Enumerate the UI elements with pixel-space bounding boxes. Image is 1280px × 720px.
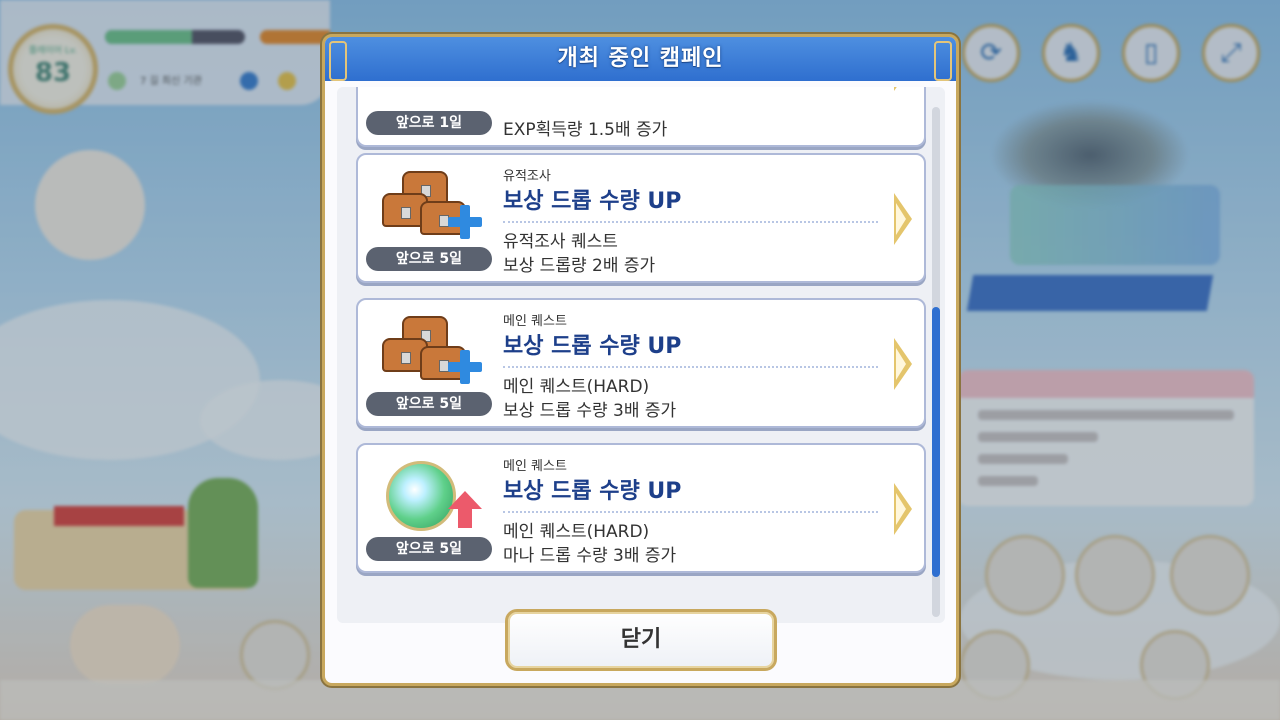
corner-ornament-right: [934, 41, 952, 81]
treasure-chest-icon: [376, 312, 482, 392]
close-button[interactable]: 닫기: [505, 609, 777, 671]
campaign-card[interactable]: 앞으로 5일 메인 퀘스트 보상 드롭 수량 UP 메인 퀘스트(HARD) 보…: [356, 298, 926, 428]
dialog-header: 개최 중인 캠페인: [325, 37, 956, 81]
remaining-days: 앞으로 5일: [366, 537, 492, 561]
campaign-card[interactable]: 앞으로 5일 유적조사 보상 드롭 수량 UP 유적조사 퀘스트 보상 드롭량 …: [356, 153, 926, 283]
up-arrow-icon: [448, 491, 482, 531]
corner-ornament-left: [329, 41, 347, 81]
campaign-category: 유적조사: [503, 169, 551, 184]
campaign-effect: 마나 드롭 수량 3배 증가: [503, 546, 677, 566]
scrollbar-thumb[interactable]: [932, 307, 940, 577]
plus-icon: [448, 350, 482, 384]
campaign-target: 유적조사 퀘스트: [503, 232, 618, 252]
campaign-target: 메인 퀘스트(HARD): [503, 377, 650, 397]
campaign-headline: 보상 드롭 수량 UP: [503, 479, 682, 504]
dialog-title: 개최 중인 캠페인: [557, 46, 724, 71]
campaign-detail: EXP획득량 1.5배 증가: [503, 120, 668, 140]
plus-icon: [448, 205, 482, 239]
treasure-chest-icon: [376, 167, 482, 247]
campaign-dialog: 개최 중인 캠페인 앞으로 1일 EXP획득량 1.5배 증가 앞으로 5일 유…: [322, 34, 959, 686]
remaining-days: 앞으로 5일: [366, 247, 492, 271]
divider: [503, 511, 878, 513]
campaign-category: 메인 퀘스트: [503, 459, 567, 474]
list-scrollbar[interactable]: [932, 107, 940, 617]
divider: [503, 366, 878, 368]
campaign-target: 메인 퀘스트(HARD): [503, 522, 650, 542]
mana-orb-icon: [376, 457, 482, 537]
campaign-effect: 보상 드롭 수량 3배 증가: [503, 401, 677, 421]
campaign-list[interactable]: 앞으로 1일 EXP획득량 1.5배 증가 앞으로 5일 유적조사 보상 드롭 …: [337, 87, 945, 623]
campaign-category: 메인 퀘스트: [503, 314, 567, 329]
campaign-effect: 보상 드롭량 2배 증가: [503, 256, 656, 276]
divider: [503, 221, 878, 223]
card-arrow-icon[interactable]: [894, 87, 912, 91]
campaign-card[interactable]: 앞으로 1일 EXP획득량 1.5배 증가: [356, 87, 926, 147]
campaign-headline: 보상 드롭 수량 UP: [503, 189, 682, 214]
remaining-days: 앞으로 1일: [366, 111, 492, 135]
campaign-card[interactable]: 앞으로 5일 메인 퀘스트 보상 드롭 수량 UP 메인 퀘스트(HARD) 마…: [356, 443, 926, 573]
campaign-headline: 보상 드롭 수량 UP: [503, 334, 682, 359]
remaining-days: 앞으로 5일: [366, 392, 492, 416]
